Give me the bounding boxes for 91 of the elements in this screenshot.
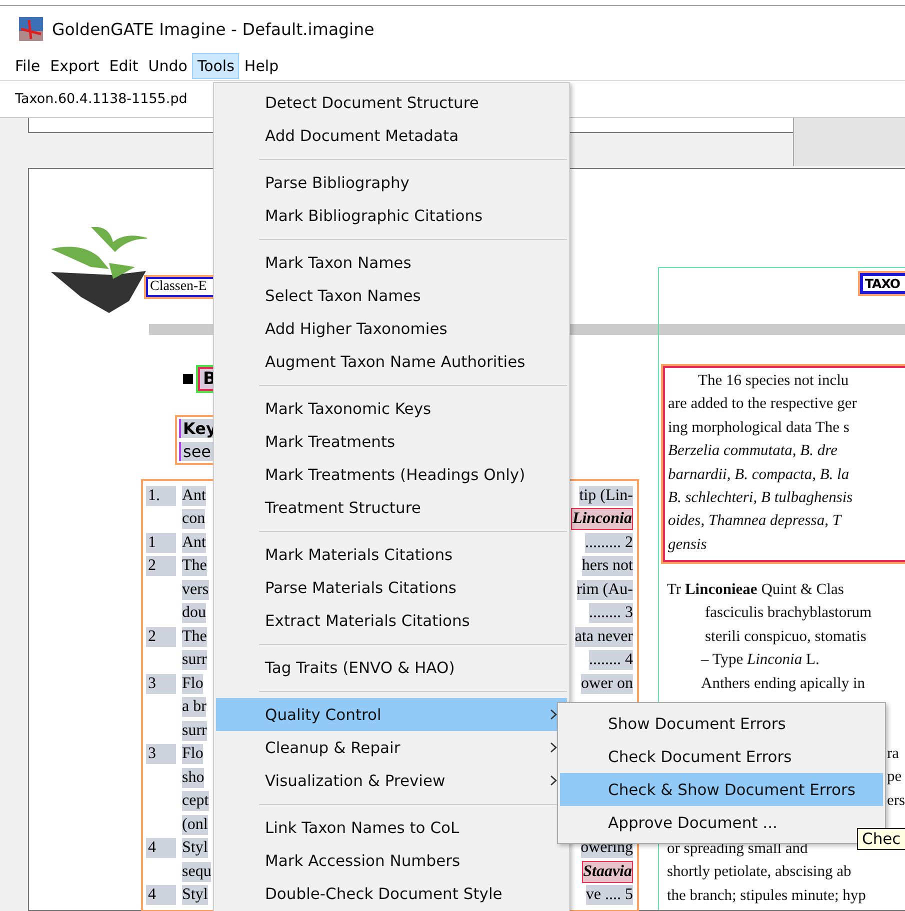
text-line: – Type Linconia L. bbox=[700, 650, 820, 670]
key-text: rim (Au- bbox=[576, 580, 633, 600]
document-tab[interactable]: Taxon.60.4.1138-1155.pd bbox=[15, 91, 188, 107]
text-line: sterili conspicuo, stomatis bbox=[704, 626, 868, 647]
window-title: GoldenGATE Imagine - Default.imagine bbox=[52, 20, 374, 38]
couplet-number: 3 bbox=[146, 674, 176, 694]
text-line: fasciculis brachyblastorum bbox=[704, 603, 872, 624]
menu-item[interactable]: Quality Control bbox=[216, 698, 567, 731]
text-line: ers bbox=[887, 790, 905, 811]
text-line: shortly petiolate, abscising ab bbox=[667, 862, 852, 882]
couplet-number: 4 bbox=[146, 838, 176, 858]
chevron-right-icon bbox=[550, 709, 557, 720]
menu-item[interactable]: Tag Traits (ENVO & HAO) bbox=[216, 651, 567, 684]
menu-item[interactable]: Add Document Metadata bbox=[216, 119, 567, 152]
couplet-number: 4 bbox=[146, 885, 176, 906]
text-line: oides, Thamnea depressa, T bbox=[668, 511, 843, 532]
key-text: dou bbox=[182, 603, 206, 624]
taxon-name: Linconia bbox=[571, 508, 633, 530]
text-line: ra bbox=[887, 744, 900, 764]
menu-item[interactable]: Mark Taxonomic Keys bbox=[216, 392, 567, 425]
key-text: ata never bbox=[574, 626, 633, 647]
key-text: Ant bbox=[182, 486, 206, 506]
key-text: Ant bbox=[182, 532, 206, 553]
key-text: ve .... 5 bbox=[586, 885, 633, 906]
chevron-right-icon bbox=[550, 742, 557, 753]
menu-item[interactable]: Treatment Structure bbox=[216, 491, 567, 524]
menu-bar-item[interactable]: Undo bbox=[143, 53, 192, 79]
menu-item[interactable]: Mark Treatments (Headings Only) bbox=[216, 458, 567, 491]
key-text: Styl bbox=[182, 838, 208, 858]
key-text: sequ bbox=[182, 862, 212, 882]
menu-item[interactable]: Double-Check Document Style bbox=[216, 877, 567, 910]
menu-item[interactable]: Mark Taxon Names bbox=[216, 246, 567, 279]
text-line: the branch; stipules minute; hyp bbox=[667, 886, 866, 906]
key-text: Flo bbox=[182, 744, 204, 764]
menu-bar-item[interactable]: File bbox=[10, 53, 46, 79]
key-text: ......... 2 bbox=[585, 532, 633, 553]
menu-item[interactable]: Mark Materials Citations bbox=[216, 538, 567, 571]
menu-item[interactable]: Select Taxon Names bbox=[216, 279, 567, 312]
running-heading: TAXO bbox=[860, 273, 905, 294]
key-text: tip (Lin- bbox=[579, 486, 633, 506]
key-text: vers bbox=[182, 580, 209, 600]
menu-item[interactable]: Check Document Errors bbox=[560, 740, 883, 773]
tooltip: Chec bbox=[857, 828, 905, 850]
text-line: Tr Linconieae Quint & Clas bbox=[667, 580, 845, 600]
text-line: pe bbox=[887, 767, 903, 788]
menu-item[interactable]: Mark Treatments bbox=[216, 425, 567, 458]
key-text: ........ 4 bbox=[589, 650, 633, 670]
menu-bar-item[interactable]: Tools bbox=[192, 53, 240, 79]
couplet-number: 1 bbox=[146, 532, 176, 553]
text-line: ing morphological data The s bbox=[668, 418, 850, 438]
bullet-icon bbox=[183, 374, 193, 384]
text-line: B. schlechteri, B tulbaghensis bbox=[668, 488, 854, 508]
text-line: Anthers ending apically in bbox=[700, 674, 866, 694]
key-text: The bbox=[182, 556, 207, 576]
key-text: sho bbox=[182, 768, 204, 788]
menu-bar-item[interactable]: Help bbox=[239, 53, 284, 79]
couplet-number: 2 bbox=[146, 556, 176, 576]
key-text: Styl bbox=[182, 885, 208, 906]
key-text: Flo bbox=[182, 674, 204, 694]
menu-bar-item[interactable]: Edit bbox=[104, 53, 144, 79]
key-text: hers not bbox=[582, 556, 633, 576]
text-line: are added to the respective ger bbox=[668, 394, 858, 414]
app-icon bbox=[19, 17, 43, 41]
couplet-number: 3 bbox=[146, 744, 176, 764]
key-text: (onl bbox=[182, 814, 208, 835]
menu-item[interactable]: Parse Materials Citations bbox=[216, 571, 567, 604]
key-text: con bbox=[182, 509, 206, 530]
menu-item[interactable]: Parse Bibliography bbox=[216, 166, 567, 199]
text-line: barnardii, B. compacta, B. la bbox=[668, 464, 850, 485]
menu-item[interactable]: Mark Accession Numbers bbox=[216, 844, 567, 877]
couplet-number: 1. bbox=[146, 486, 176, 506]
key-text: a br bbox=[182, 697, 206, 718]
key-text: The bbox=[182, 626, 207, 647]
key-text: surr bbox=[182, 720, 207, 741]
key-text: ower on bbox=[581, 674, 633, 694]
text-line: Berzelia commutata, B. dre bbox=[668, 441, 838, 462]
menu-item[interactable]: Extract Materials Citations bbox=[216, 604, 567, 637]
text-line: or spreading small and bbox=[667, 839, 809, 859]
key-text: cept bbox=[182, 791, 209, 812]
taxon-name: Staavia bbox=[582, 860, 633, 883]
key-text: ........ 3 bbox=[589, 603, 633, 624]
menu-item[interactable]: Mark Bibliographic Citations bbox=[216, 199, 567, 232]
text-line: The 16 species not inclu bbox=[697, 371, 850, 391]
menu-item[interactable]: Detect Document Structure bbox=[216, 86, 567, 119]
couplet-number: 2 bbox=[146, 626, 176, 647]
menu-item[interactable]: Check & Show Document Errors bbox=[560, 773, 883, 806]
chevron-right-icon bbox=[550, 775, 557, 786]
menu-item[interactable]: Add Higher Taxonomies bbox=[216, 312, 567, 345]
menu-bar-item[interactable]: Export bbox=[45, 53, 104, 79]
key-text: surr bbox=[182, 650, 207, 670]
text-line: gensis bbox=[668, 534, 708, 555]
